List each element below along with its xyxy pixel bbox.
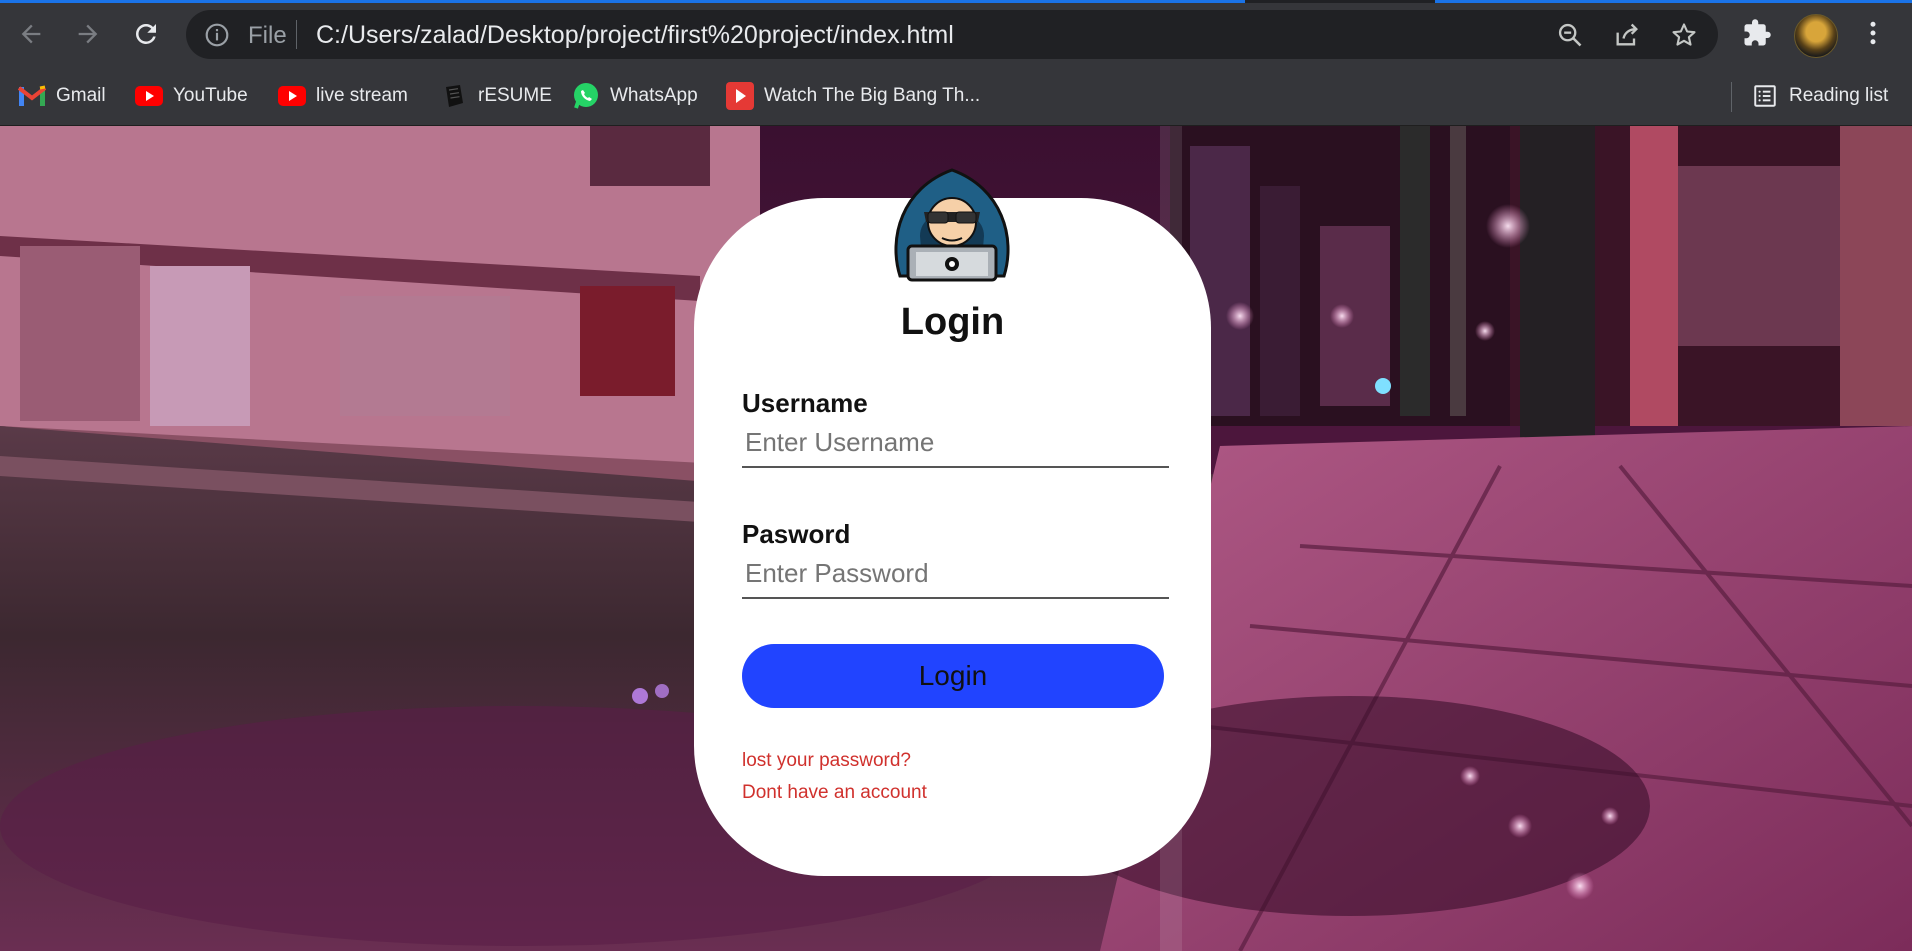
gmail-icon: [18, 82, 46, 110]
page-viewport: Login Username Pasword Login lost your p…: [0, 126, 1912, 951]
username-input[interactable]: [742, 418, 1169, 468]
username-label: Username: [742, 388, 868, 418]
bookmark-live-stream[interactable]: live stream: [278, 79, 408, 113]
star-icon[interactable]: [1670, 21, 1698, 49]
reading-list-icon: [1751, 82, 1779, 110]
scheme-label: File: [248, 22, 287, 49]
bookmark-label: Gmail: [56, 85, 106, 106]
address-bar[interactable]: File C:/Users/zalad/Desktop/project/firs…: [186, 10, 1718, 59]
bookmarks-divider: [1731, 82, 1732, 112]
arrow-right-icon: [78, 24, 98, 44]
bookmark-youtube[interactable]: YouTube: [135, 79, 248, 113]
hacker-avatar-icon: [894, 168, 1010, 282]
bookmark-label: Watch The Big Bang Th...: [764, 85, 981, 106]
youtube-icon: [135, 82, 163, 110]
info-icon[interactable]: [204, 22, 230, 53]
browser-toolbar: File C:/Users/zalad/Desktop/project/firs…: [0, 0, 1912, 68]
omnibox-divider: [296, 20, 297, 49]
reload-button[interactable]: [126, 14, 166, 54]
bookmark-resume[interactable]: rESUME: [440, 79, 552, 113]
share-icon[interactable]: [1613, 21, 1641, 49]
forward-button[interactable]: [68, 14, 108, 54]
bookmark-big-bang[interactable]: Watch The Big Bang Th...: [726, 79, 980, 113]
profile-avatar[interactable]: [1794, 14, 1838, 58]
login-title: Login: [900, 301, 1005, 343]
login-card: Login Username Pasword Login lost your p…: [694, 198, 1211, 876]
back-button[interactable]: [11, 14, 51, 54]
extensions-icon[interactable]: [1741, 17, 1773, 49]
whatsapp-icon: [572, 82, 600, 110]
signup-link[interactable]: Dont have an account: [742, 782, 927, 804]
reading-list-button[interactable]: Reading list: [1751, 79, 1888, 113]
youtube-icon: [278, 82, 306, 110]
bookmark-label: rESUME: [478, 85, 552, 106]
bookmarks-bar: Gmail YouTube live stream rESUME WhatsAp…: [0, 68, 1912, 126]
password-input[interactable]: [742, 549, 1169, 599]
tab-strip-edge: [0, 0, 1912, 3]
url-text[interactable]: C:/Users/zalad/Desktop/project/first%20p…: [316, 21, 954, 50]
lost-password-link[interactable]: lost your password?: [742, 750, 911, 772]
bookmark-label: WhatsApp: [610, 85, 698, 106]
bookmark-label: YouTube: [173, 85, 248, 106]
bookmark-gmail[interactable]: Gmail: [18, 79, 106, 113]
arrow-left-icon: [21, 24, 41, 44]
resume-icon: [440, 82, 468, 110]
bookmark-whatsapp[interactable]: WhatsApp: [572, 79, 698, 113]
login-button[interactable]: Login: [742, 644, 1164, 708]
reading-list-label: Reading list: [1789, 85, 1889, 106]
reload-icon: [136, 23, 156, 44]
zoom-out-icon[interactable]: [1556, 21, 1584, 49]
password-label: Pasword: [742, 519, 851, 549]
play-icon: [726, 82, 754, 110]
kebab-menu-icon[interactable]: [1857, 17, 1889, 49]
bookmark-label: live stream: [316, 85, 408, 106]
